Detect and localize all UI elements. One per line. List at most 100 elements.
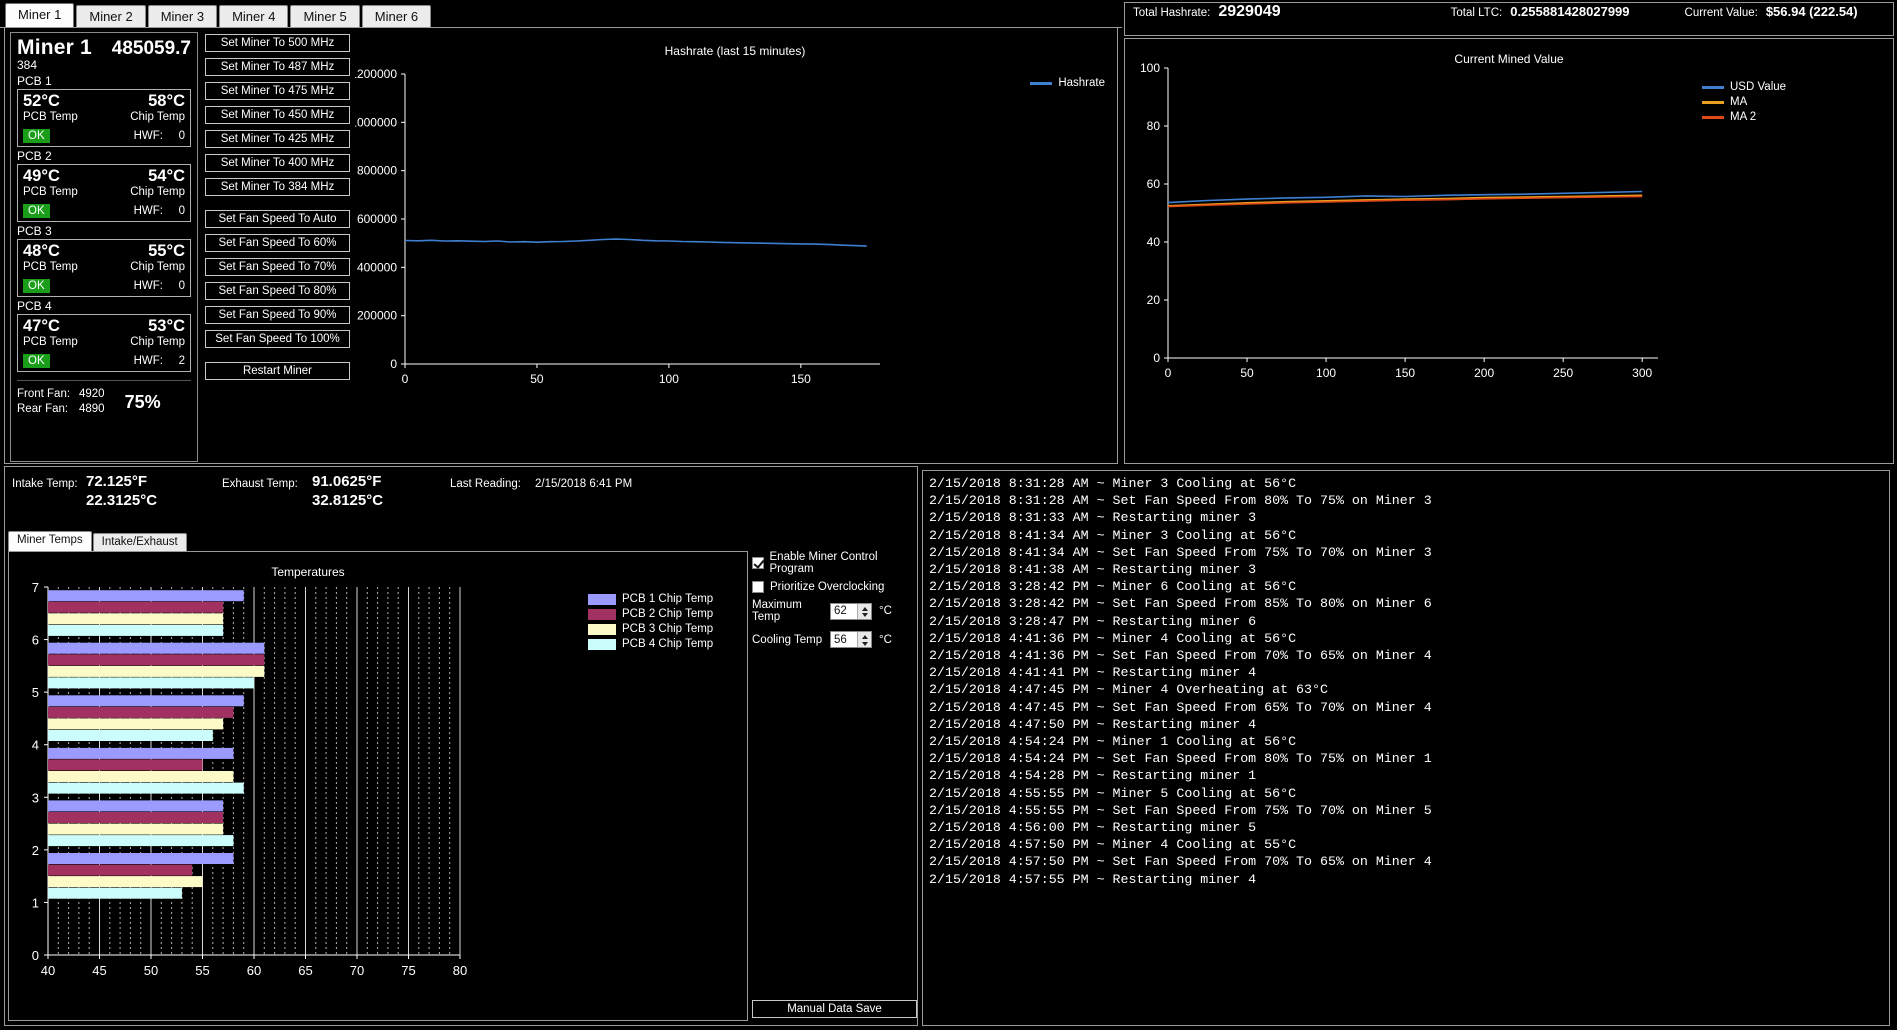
prioritize-overclock-row[interactable]: Prioritize Overclocking	[752, 581, 917, 593]
svg-text:200000: 200000	[357, 309, 397, 323]
set-fan-speed-button-1[interactable]: Set Fan Speed To 60%	[205, 234, 350, 252]
svg-text:100: 100	[659, 372, 679, 386]
legend-color-swatch	[1702, 100, 1724, 104]
chip-temp-value: 58°C	[148, 92, 185, 110]
set-fan-speed-button-0[interactable]: Set Fan Speed To Auto	[205, 210, 350, 228]
set-frequency-button-5[interactable]: Set Miner To 400 MHz	[205, 154, 350, 172]
set-frequency-button-3[interactable]: Set Miner To 450 MHz	[205, 106, 350, 124]
event-log-panel[interactable]: 2/15/2018 8:31:28 AM ~ Miner 3 Cooling a…	[922, 470, 1890, 1026]
cooling-temp-down-arrow[interactable]	[858, 640, 871, 648]
set-frequency-button-0[interactable]: Set Miner To 500 MHz	[205, 34, 350, 52]
last-reading-label: Last Reading:	[450, 478, 521, 490]
pcb-status-box: 48°C 55°C PCB Temp Chip Temp OK HWF: 0	[17, 239, 191, 297]
set-frequency-button-1[interactable]: Set Miner To 487 MHz	[205, 58, 350, 76]
legend-label: MA	[1730, 96, 1748, 108]
set-fan-speed-button-4[interactable]: Set Fan Speed To 90%	[205, 306, 350, 324]
legend-color-swatch	[1030, 81, 1053, 85]
cooling-temp-arrows[interactable]	[857, 632, 871, 647]
status-badge: OK	[23, 204, 50, 218]
temperature-chart: Temperatures PCB 1 Chip Temp PCB 2 Chip T…	[8, 551, 748, 1021]
svg-text:4: 4	[32, 738, 39, 753]
tab-miner-6[interactable]: Miner 6	[361, 5, 432, 28]
tab-miner-4[interactable]: Miner 4	[219, 5, 289, 28]
legend-item: PCB 2 Chip Temp	[588, 608, 713, 620]
maximum-temp-label: Maximum Temp	[752, 599, 802, 623]
svg-text:80: 80	[453, 963, 467, 978]
svg-text:40: 40	[41, 963, 55, 978]
cooling-temp-label: Cooling Temp	[752, 633, 823, 646]
status-badge: OK	[23, 354, 50, 368]
hwf-readout: HWF: 0	[134, 280, 185, 292]
restart-miner-button[interactable]: Restart Miner	[205, 362, 350, 380]
tab-miner-5[interactable]: Miner 5	[290, 5, 360, 28]
set-frequency-button-4[interactable]: Set Miner To 425 MHz	[205, 130, 350, 148]
set-fan-speed-button-5[interactable]: Set Fan Speed To 100%	[205, 330, 350, 348]
svg-text:0: 0	[390, 357, 397, 371]
pcb-status-box: 49°C 54°C PCB Temp Chip Temp OK HWF: 0	[17, 164, 191, 222]
log-line: 2/15/2018 3:28:47 PM ~ Restarting miner …	[929, 613, 1257, 629]
pcb-temp-label: PCB Temp	[23, 261, 78, 273]
set-fan-speed-button-2[interactable]: Set Fan Speed To 70%	[205, 258, 350, 276]
tab-miner-2[interactable]: Miner 2	[76, 5, 146, 28]
log-line: 2/15/2018 4:57:55 PM ~ Restarting miner …	[929, 871, 1257, 887]
legend-label: PCB 2 Chip Temp	[622, 608, 714, 620]
svg-text:1200000: 1200000	[355, 67, 397, 81]
exhaust-temp-label: Exhaust Temp:	[222, 478, 298, 490]
log-line: 2/15/2018 4:54:24 PM ~ Set Fan Speed Fro…	[929, 751, 1432, 767]
log-line: 2/15/2018 4:55:55 PM ~ Set Fan Speed Fro…	[929, 802, 1432, 818]
log-line: 2/15/2018 4:47:45 PM ~ Miner 4 Overheati…	[929, 682, 1328, 698]
temp-tab-1[interactable]: Intake/Exhaust	[92, 533, 187, 552]
log-line: 2/15/2018 8:41:34 AM ~ Miner 3 Cooling a…	[929, 527, 1297, 543]
maximum-temp-input[interactable]	[831, 603, 857, 619]
tab-miner-3[interactable]: Miner 3	[147, 5, 218, 28]
hwf-value: 0	[178, 205, 185, 217]
miner-title: Miner 1	[17, 36, 92, 59]
svg-text:45: 45	[92, 963, 106, 978]
hwf-value: 0	[178, 130, 185, 142]
pcb-temp-values: 52°C 58°C	[23, 92, 185, 111]
maximum-temp-up-arrow[interactable]	[858, 604, 871, 612]
pcb-temp-values: 48°C 55°C	[23, 242, 185, 261]
tab-miner-1[interactable]: Miner 1	[5, 3, 75, 28]
pcb-temp-labels: PCB Temp Chip Temp	[23, 336, 185, 348]
miner-tabstrip: Miner 1 Miner 2 Miner 3 Miner 4 Miner 5 Miner…	[0, 0, 1122, 28]
set-frequency-button-6[interactable]: Set Miner To 384 MHz	[205, 178, 350, 196]
maximum-temp-arrows[interactable]	[857, 603, 871, 619]
svg-text:0: 0	[1165, 366, 1172, 380]
miner-card-header: Miner 1 485059.7	[11, 33, 197, 60]
chip-temp-value: 54°C	[148, 167, 185, 185]
fan-speed-block: Front Fan: 4920 Rear Fan: 4890 75%	[17, 380, 191, 417]
pcb-temp-labels: PCB Temp Chip Temp	[23, 261, 185, 273]
pcb-temp-value: 52°C	[23, 92, 60, 110]
fan-percent-value: 75%	[124, 391, 161, 412]
manual-data-save-button[interactable]: Manual Data Save	[752, 1000, 917, 1018]
maximum-temp-stepper[interactable]	[830, 602, 872, 620]
temp-tab-0[interactable]: Miner Temps	[8, 531, 92, 552]
prioritize-overclock-checkbox[interactable]	[752, 581, 764, 593]
chip-temp-value: 55°C	[148, 242, 185, 260]
enable-control-checkbox[interactable]	[752, 557, 764, 569]
cooling-temp-stepper[interactable]	[830, 631, 872, 648]
set-fan-speed-button-3[interactable]: Set Fan Speed To 80%	[205, 282, 350, 300]
svg-text:80: 80	[1147, 119, 1161, 133]
intake-temp-fahrenheit: 72.125°F	[86, 473, 148, 490]
enable-control-row[interactable]: Enable Miner Control Program	[752, 551, 917, 575]
pcb-temp-value: 49°C	[23, 167, 60, 185]
cooling-temp-input[interactable]	[831, 632, 857, 647]
pcb-status-box: 52°C 58°C PCB Temp Chip Temp OK HWF: 0	[17, 89, 191, 147]
svg-text:3: 3	[32, 790, 39, 805]
log-line: 2/15/2018 3:28:42 PM ~ Miner 6 Cooling a…	[929, 579, 1297, 595]
pcb-name-label: PCB 1	[17, 74, 52, 88]
svg-text:250: 250	[1553, 366, 1573, 380]
miner-summary-card: Miner 1 485059.7 384 PCB 1 52°C 58°C PCB Te…	[10, 32, 198, 462]
set-frequency-button-2[interactable]: Set Miner To 475 MHz	[205, 82, 350, 100]
pcb-status-box: 47°C 53°C PCB Temp Chip Temp OK HWF: 2	[17, 314, 191, 372]
pcb-status-row: OK HWF: 0	[23, 279, 185, 293]
pcb-list: PCB 1 52°C 58°C PCB Temp Chip Temp OK HWF: 0 PCB…	[11, 72, 197, 372]
log-line: 2/15/2018 4:57:50 PM ~ Miner 4 Cooling a…	[929, 837, 1297, 853]
maximum-temp-down-arrow[interactable]	[858, 611, 871, 619]
front-fan-value: 4920	[79, 388, 105, 400]
legend-color-swatch	[588, 608, 616, 620]
legend-label: Hashrate	[1058, 77, 1105, 89]
cooling-temp-up-arrow[interactable]	[858, 632, 871, 640]
